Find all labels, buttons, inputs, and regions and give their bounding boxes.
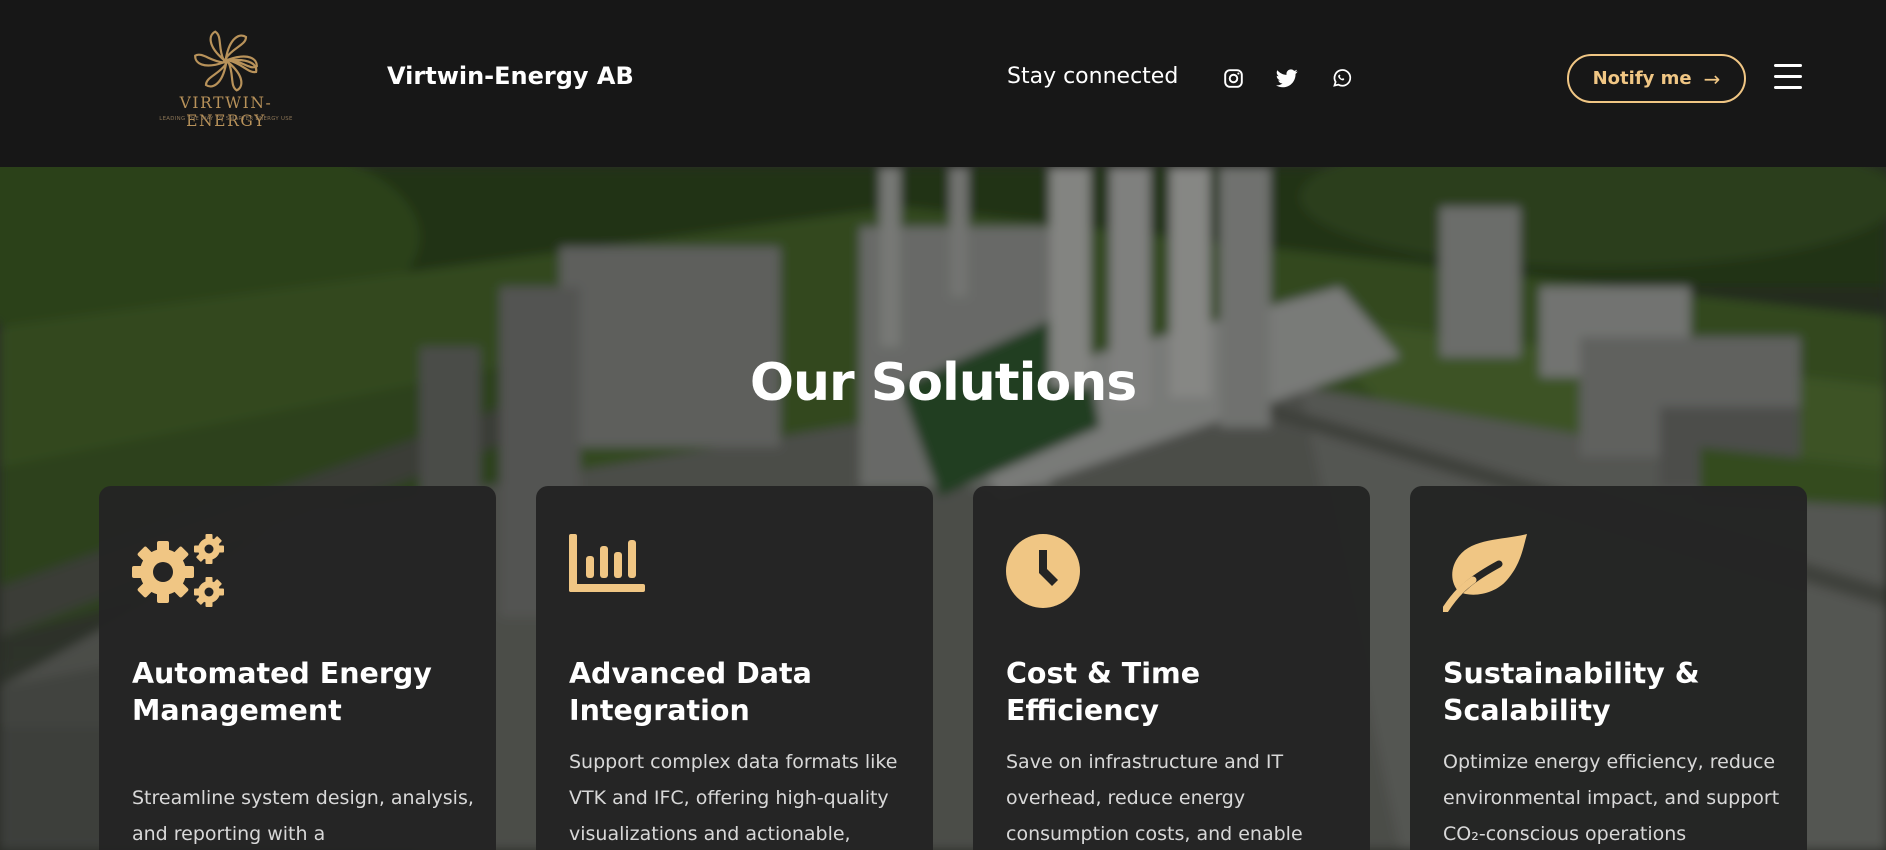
card-title: Sustainability & Scalability — [1443, 657, 1700, 727]
card-description: Streamline system design, analysis, and … — [132, 787, 474, 845]
card-description: Support complex data formats like VTK an… — [569, 751, 898, 845]
card-title: Cost & Time Efficiency — [1006, 657, 1201, 727]
leaf-icon — [1443, 534, 1529, 612]
whatsapp-icon[interactable] — [1329, 66, 1353, 90]
arrow-right-icon: → — [1703, 66, 1721, 91]
card-title: Automated Energy Management — [132, 657, 432, 727]
card-title: Advanced Data Integration — [569, 657, 812, 727]
site-header: VIRTWIN-ENERGY LEADING THE WAY TO SMARTE… — [0, 0, 1886, 167]
hamburger-menu-icon[interactable] — [1774, 64, 1802, 90]
brand-name[interactable]: Virtwin-Energy AB — [387, 62, 634, 90]
notify-me-label: Notify me — [1592, 68, 1692, 89]
twitter-icon[interactable] — [1275, 66, 1299, 90]
instagram-icon[interactable] — [1221, 66, 1245, 90]
notify-me-button[interactable]: Notify me → — [1567, 54, 1746, 103]
company-logo[interactable]: VIRTWIN-ENERGY LEADING THE WAY TO SMARTE… — [140, 28, 312, 130]
card-description: Optimize energy efficiency, reduce envir… — [1443, 751, 1780, 845]
section-title: Our Solutions — [749, 353, 1137, 413]
solution-card-cost-time[interactable]: Cost & Time Efficiency Save on infrastru… — [973, 486, 1370, 850]
turbine-logo-icon — [194, 30, 258, 92]
solution-card-data-integration[interactable]: Advanced Data Integration Support comple… — [536, 486, 933, 850]
solution-card-sustainability[interactable]: Sustainability & Scalability Optimize en… — [1410, 486, 1807, 850]
card-description: Save on infrastructure and IT overhead, … — [1006, 751, 1303, 845]
bar-chart-icon — [569, 534, 645, 592]
stay-connected-label: Stay connected — [1007, 64, 1179, 89]
logo-wordmark: VIRTWIN-ENERGY — [179, 94, 273, 130]
solution-card-automated-energy[interactable]: Automated Energy Management Streamline s… — [99, 486, 496, 850]
gears-icon — [132, 534, 227, 608]
logo-tagline: LEADING THE WAY TO SMARTER ENERGY USE — [159, 116, 293, 122]
clock-icon — [1006, 534, 1080, 608]
